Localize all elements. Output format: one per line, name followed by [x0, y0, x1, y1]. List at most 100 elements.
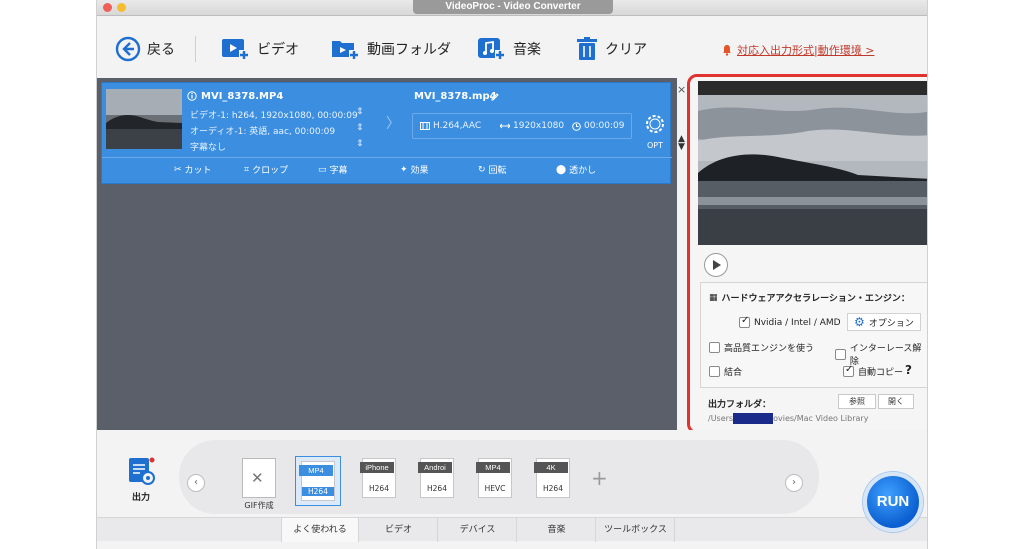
- deinterlace-label: インターレース解除: [849, 344, 922, 367]
- video-track-info[interactable]: ビデオ-1: h264, 1920x1080, 00:00:09: [190, 108, 358, 121]
- video-track-stepper[interactable]: ⇕: [356, 107, 364, 117]
- format-mp4-hevc[interactable]: MP4 HEVC: [471, 458, 519, 508]
- path-suffix: ovies/Mac Video Library: [773, 414, 869, 423]
- resize-icon: [500, 123, 510, 129]
- hq-engine-checkbox[interactable]: 高品質エンジンを使う: [709, 341, 814, 354]
- options-box: ▦ ハードウェアアクセラレーション・エンジン： Nvidia / Intel /…: [700, 282, 927, 388]
- output-doc-icon: [129, 457, 155, 485]
- minimize-window-button[interactable]: [117, 3, 126, 12]
- subtitle-tool[interactable]: ▭ 字幕: [318, 163, 348, 177]
- help-icon[interactable]: ?: [905, 363, 912, 377]
- source-file-name: MVI_8378.MP4: [201, 91, 284, 102]
- support-link[interactable]: 対応入出力形式|動作環境 >: [721, 42, 874, 58]
- close-task-icon[interactable]: ×: [677, 83, 686, 96]
- edit-pencil-icon[interactable]: [490, 91, 500, 101]
- add-video-button[interactable]: ビデオ: [221, 34, 299, 64]
- output-resolution: 1920x1080: [500, 121, 564, 131]
- task-list-area: MVI_8378.MP4 ビデオ-1: h264, 1920x1080, 00:…: [97, 78, 686, 430]
- tab-device[interactable]: デバイス: [439, 518, 517, 542]
- back-button[interactable]: 戻る: [115, 34, 175, 64]
- gif-maker[interactable]: ✕ GIF作成: [235, 458, 283, 510]
- film-icon: [420, 122, 430, 130]
- music-add-icon: [478, 38, 505, 60]
- crop-tool[interactable]: ⌗ クロップ: [244, 163, 288, 177]
- hq-engine-check[interactable]: [709, 342, 720, 353]
- play-button[interactable]: [704, 253, 728, 277]
- folder-add-icon: [332, 41, 359, 60]
- tab-toolbox[interactable]: ツールボックス: [597, 518, 675, 542]
- watermark-tool[interactable]: ⬤ 透かし: [556, 163, 597, 177]
- format-name: 4K: [534, 462, 568, 473]
- option-button[interactable]: ⚙ オプション: [847, 313, 921, 331]
- chip-icon: ▦: [709, 292, 718, 303]
- merge-check[interactable]: [709, 366, 720, 377]
- format-iphone-h264[interactable]: iPhone H264: [355, 458, 403, 508]
- subtitle-tool-label: 字幕: [329, 166, 348, 176]
- tab-music[interactable]: 音楽: [518, 518, 596, 542]
- output-file-name[interactable]: MVI_8378.mp4: [414, 91, 497, 102]
- watermark-label: 透かし: [569, 166, 597, 176]
- format-codec: H264: [369, 484, 389, 493]
- add-format-button[interactable]: +: [591, 466, 608, 490]
- cut-tool[interactable]: ✂ カット: [174, 163, 212, 177]
- format-codec: H264: [302, 487, 334, 496]
- open-folder-button[interactable]: 開く: [878, 394, 914, 409]
- clock-icon: [572, 121, 581, 131]
- audio-track-stepper[interactable]: ⇕: [356, 123, 364, 133]
- output-duration: 00:00:09: [572, 121, 624, 131]
- format-4k-h264[interactable]: 4K H264: [529, 458, 577, 508]
- nvidia-check[interactable]: [739, 315, 750, 328]
- deinterlace-check[interactable]: [835, 348, 846, 360]
- gear-small-icon: ⚙: [854, 315, 865, 329]
- close-window-button[interactable]: [103, 3, 112, 12]
- gear-icon: [646, 115, 664, 133]
- subtitle-stepper[interactable]: ⇕: [356, 139, 364, 149]
- subtitle-info[interactable]: 字幕なし: [190, 140, 226, 153]
- output-path[interactable]: /Users ovies/Mac Video Library: [708, 413, 868, 424]
- rotate-tool[interactable]: ↻ 回転: [478, 163, 507, 177]
- cut-label: カット: [184, 166, 212, 176]
- scroll-right-button[interactable]: ›: [785, 474, 803, 492]
- hw-accel-label: ハードウェアアクセラレーション・エンジン：: [721, 294, 910, 304]
- codec-options-button[interactable]: OPT: [640, 111, 670, 150]
- add-folder-button[interactable]: 動画フォルダ: [331, 34, 451, 64]
- app-window: VideoProc - Video Converter 戻る ビデオ 動画フォル…: [96, 0, 928, 549]
- output-settings-button[interactable]: 出力: [123, 456, 159, 503]
- 4k-doc-icon: 4K H264: [534, 458, 570, 498]
- hw-accel-title: ▦ ハードウェアアクセラレーション・エンジン：: [709, 291, 910, 305]
- browse-button[interactable]: 参照: [838, 394, 876, 409]
- format-name: iPhone: [360, 462, 394, 473]
- run-button[interactable]: RUN: [863, 472, 923, 532]
- toolbar-divider: [195, 36, 196, 62]
- nvidia-checkbox[interactable]: Nvidia / Intel / AMD: [739, 315, 841, 328]
- crop-icon: ⌗: [244, 164, 250, 175]
- music-label: 音楽: [513, 42, 541, 58]
- watermark-icon: ⬤: [556, 164, 567, 175]
- task-item[interactable]: MVI_8378.MP4 ビデオ-1: h264, 1920x1080, 00:…: [101, 82, 686, 184]
- tab-video[interactable]: ビデオ: [360, 518, 438, 542]
- effects-tool[interactable]: ✦ 効果: [400, 163, 429, 177]
- back-arrow-icon: [115, 36, 141, 62]
- clear-button[interactable]: クリア: [575, 34, 647, 64]
- video-add-icon: [222, 39, 249, 60]
- format-android-h264[interactable]: Androi H264: [413, 458, 461, 508]
- add-music-button[interactable]: 音楽: [477, 34, 541, 64]
- output-folder-label: 出力フォルダ：: [708, 400, 772, 410]
- audio-track-info[interactable]: オーディオ-1: 英語, aac, 00:00:09: [190, 124, 335, 137]
- play-icon: [713, 260, 721, 270]
- title-bar: VideoProc - Video Converter: [97, 0, 927, 16]
- hevc-doc-icon: MP4 HEVC: [476, 458, 512, 498]
- resolution-label: 1920x1080: [513, 121, 565, 131]
- folder-label: 動画フォルダ: [367, 42, 451, 58]
- duration-label: 00:00:09: [584, 121, 625, 131]
- output-label: 出力: [131, 493, 150, 503]
- scroll-left-button[interactable]: ‹: [187, 474, 205, 492]
- auto-copy-checkbox[interactable]: 自動コピー: [843, 364, 903, 378]
- format-mp4-h264[interactable]: MP4 H264: [295, 456, 341, 506]
- merge-checkbox[interactable]: 結合: [709, 365, 742, 378]
- tab-popular[interactable]: よく使われる: [281, 518, 359, 542]
- magic-wand-icon: ✦: [400, 164, 408, 175]
- auto-copy-check[interactable]: [843, 364, 854, 377]
- reorder-icon[interactable]: ▲ ▼: [678, 135, 685, 152]
- hq-engine-label: 高品質エンジンを使う: [724, 344, 815, 354]
